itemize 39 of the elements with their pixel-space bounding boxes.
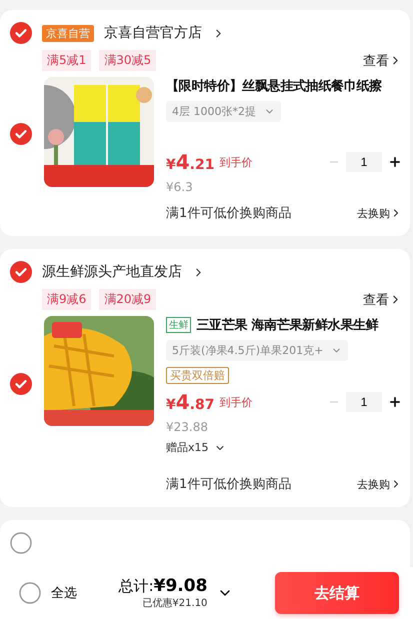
plus-icon[interactable] — [388, 395, 402, 409]
checkbox[interactable] — [10, 22, 32, 44]
coupon-tag[interactable]: 满30减5 — [99, 50, 156, 71]
price-label: 到手价 — [219, 394, 252, 410]
original-price: ¥23.88 — [166, 420, 209, 434]
view-link[interactable]: 查看 — [363, 290, 402, 308]
coupon-tag[interactable]: 满5减1 — [42, 50, 92, 71]
gift-toggle[interactable]: 赠品x15 — [166, 440, 226, 455]
quantity-field[interactable]: 1 — [346, 152, 382, 172]
shop-name[interactable]: 源生鲜源头产地直发店 — [42, 263, 182, 281]
checkbox[interactable] — [19, 582, 41, 604]
view-link[interactable]: 查看 — [363, 52, 402, 70]
coupon-tag[interactable]: 满9减6 — [42, 289, 92, 310]
checkbox[interactable] — [10, 372, 32, 394]
quantity-field[interactable]: 1 — [346, 392, 382, 412]
coupon-tag[interactable]: 满20减9 — [99, 289, 156, 310]
exchange-text: 满1件可低价换购商品 — [166, 476, 292, 493]
checkbox[interactable] — [10, 261, 32, 283]
total-amount: ¥9.08 — [154, 576, 208, 596]
product-title[interactable]: 三亚芒果 海南芒果新鲜水果生鲜 — [196, 316, 378, 334]
checkbox[interactable] — [10, 532, 32, 554]
exchange-link[interactable]: 去换购 — [357, 476, 402, 492]
plus-icon[interactable] — [388, 155, 402, 169]
shop-badge: 京喜自营 — [42, 24, 94, 42]
price-label: 到手价 — [219, 154, 252, 170]
product-title[interactable]: 【限时特价】丝飘悬挂式抽纸餐巾纸擦 — [166, 77, 382, 95]
original-price: ¥6.3 — [166, 180, 194, 194]
exchange-text: 满1件可低价换购商品 — [166, 205, 292, 222]
checkbox[interactable] — [10, 122, 32, 144]
price: ¥4.87 — [166, 390, 214, 414]
total-label: 总计: — [118, 576, 154, 596]
fresh-tag: 生鲜 — [166, 317, 192, 333]
discount-text: 已优惠¥21.10 — [142, 596, 208, 610]
exchange-link[interactable]: 去换购 — [357, 206, 402, 220]
select-all-label[interactable]: 全选 — [51, 584, 77, 602]
price: ¥4.21 — [166, 150, 214, 174]
shop-name[interactable]: 京喜自营官方店 — [104, 24, 202, 42]
service-tag: 买贵双倍赔 — [166, 367, 229, 384]
checkout-button[interactable]: 去结算 — [275, 572, 399, 614]
